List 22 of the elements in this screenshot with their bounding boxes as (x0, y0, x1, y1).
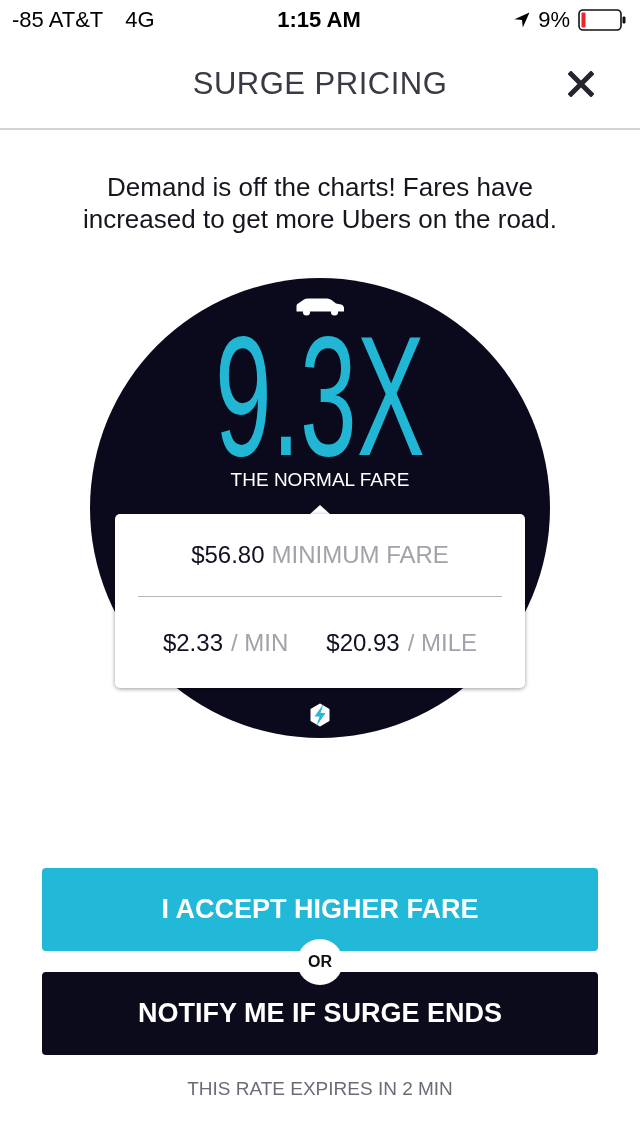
lightning-bolt-icon (309, 703, 331, 727)
minimum-fare-amount: $56.80 (191, 541, 265, 569)
minimum-fare-label: MINIMUM FARE (271, 541, 449, 569)
battery-icon (578, 9, 626, 31)
multiplier-caption: THE NORMAL FARE (230, 468, 410, 492)
notify-button[interactable]: NOTIFY ME IF SURGE ENDS (42, 972, 598, 1055)
status-time: 1:15 AM (277, 7, 361, 33)
screen-title: SURGE PRICING (192, 66, 448, 102)
car-icon (295, 298, 345, 316)
surge-multiplier: 9.3X (215, 331, 425, 461)
close-button[interactable] (568, 71, 594, 97)
expiry-notice: THIS RATE EXPIRES IN 2 MIN (187, 1077, 453, 1101)
rate-amount: $20.93 (326, 628, 400, 657)
location-arrow-icon (514, 12, 531, 28)
rate-amount: $2.33 (162, 628, 223, 657)
carrier-signal: -85 AT&T (12, 7, 104, 33)
rate-unit: / MIN (231, 628, 289, 657)
rate-unit: / MILE (407, 628, 478, 657)
network-type: 4G (125, 7, 155, 33)
close-icon (568, 71, 594, 97)
battery-percent: 9% (538, 7, 570, 33)
surge-message: Demand is off the charts! Fares have increased to get more Ubers on the road. (81, 171, 558, 235)
